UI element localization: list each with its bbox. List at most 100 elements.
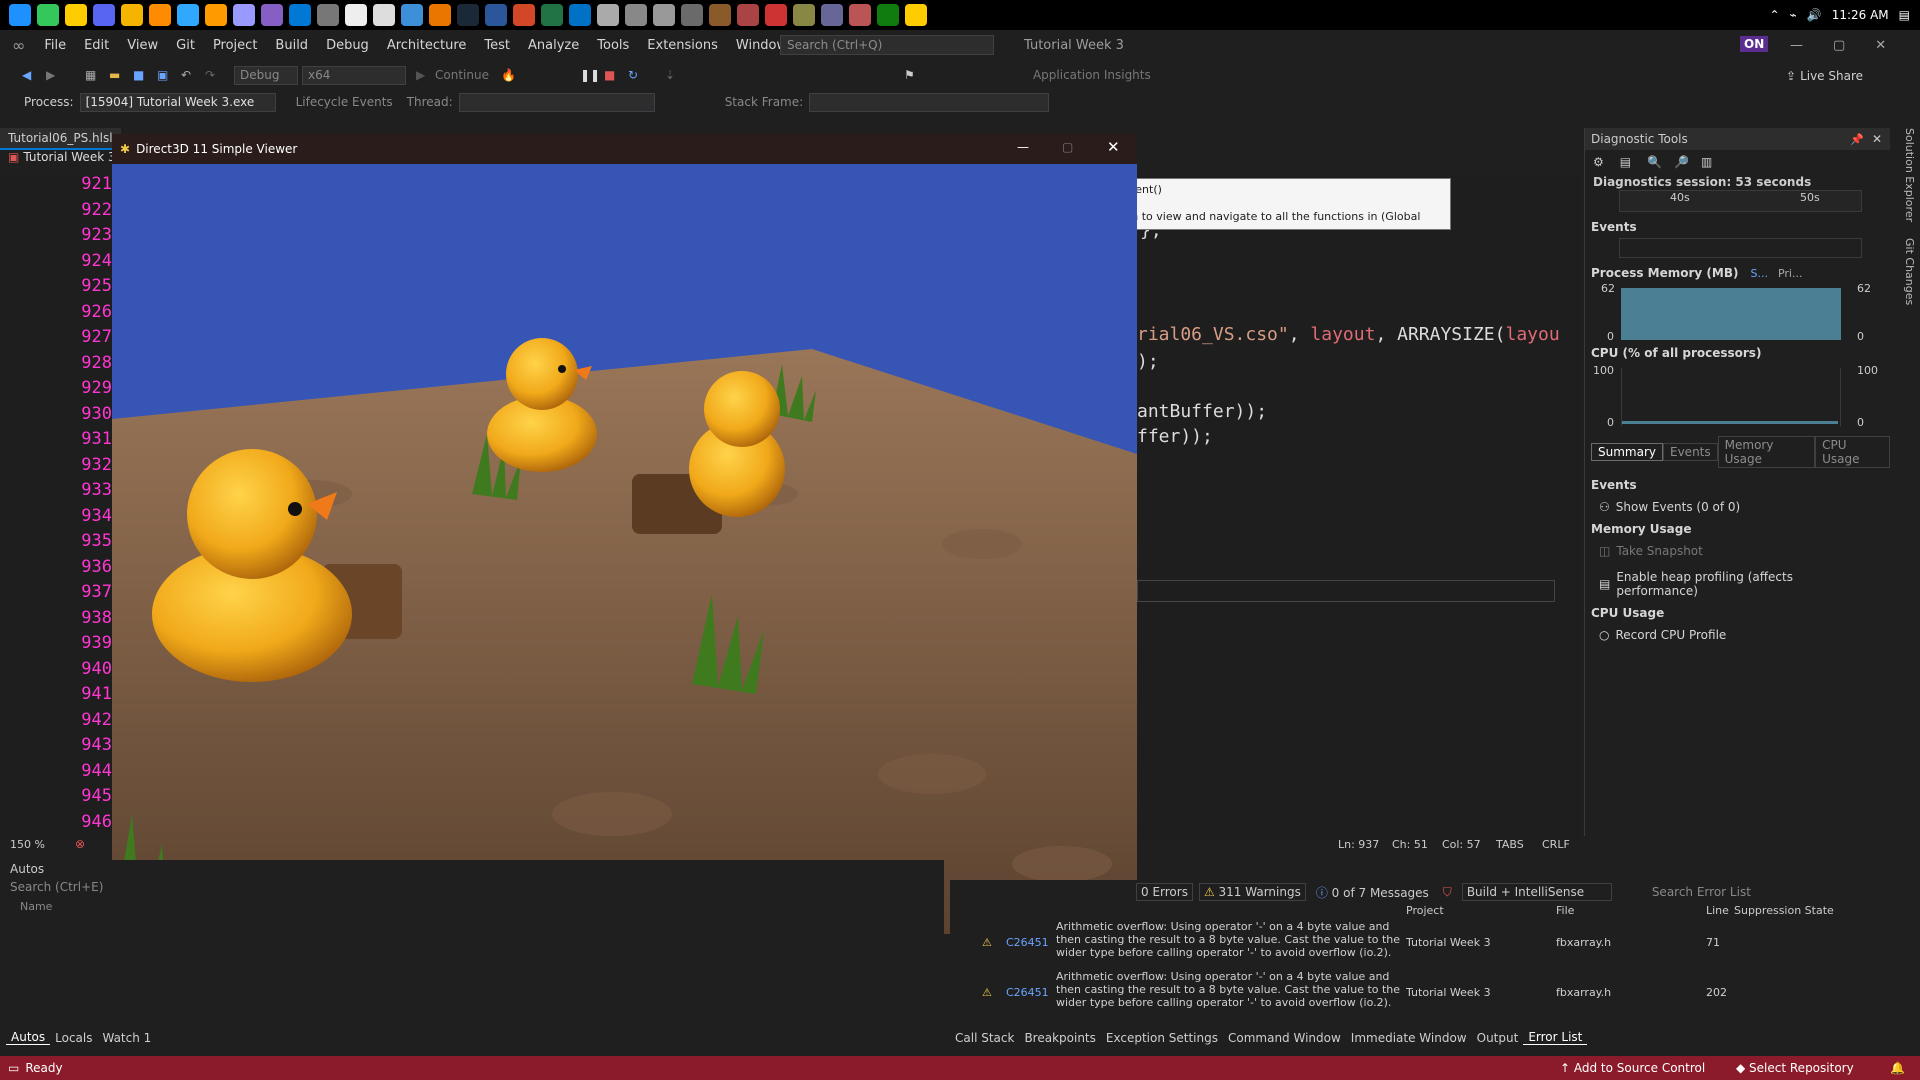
notifications-icon[interactable]: ▤: [1899, 8, 1910, 22]
close-icon[interactable]: ✕: [1875, 38, 1886, 53]
hot-reload-icon[interactable]: 🔥: [501, 68, 516, 82]
menu-item[interactable]: Git: [167, 38, 204, 53]
menu-item[interactable]: Test: [475, 38, 519, 53]
search-input[interactable]: Search (Ctrl+Q): [780, 35, 994, 55]
menu-item[interactable]: Tools: [588, 38, 638, 53]
new-item-icon[interactable]: ▦: [85, 68, 99, 82]
restart-icon[interactable]: ↻: [628, 68, 642, 82]
output-tab[interactable]: Command Window: [1223, 1031, 1346, 1045]
errors-filter[interactable]: 0 Errors: [1136, 883, 1193, 901]
clock[interactable]: 11:26 AM: [1832, 8, 1889, 22]
user-avatar[interactable]: ON: [1740, 36, 1769, 52]
zoom-out-icon[interactable]: 🔎: [1674, 155, 1689, 169]
redo-icon[interactable]: ↷: [205, 68, 219, 82]
menu-item[interactable]: Architecture: [378, 38, 476, 53]
blender-icon[interactable]: [429, 4, 451, 26]
close-icon[interactable]: ✕: [1107, 138, 1120, 156]
menu-item[interactable]: Project: [204, 38, 266, 53]
menu-item[interactable]: Debug: [317, 38, 378, 53]
messages-filter[interactable]: ⓘ 0 of 7 Messages: [1312, 883, 1433, 902]
app-insights-button[interactable]: Application Insights: [1033, 68, 1151, 82]
stop-icon[interactable]: ■: [604, 68, 618, 82]
minimize-icon[interactable]: —: [1790, 38, 1803, 53]
unreal-icon[interactable]: [345, 4, 367, 26]
store-icon[interactable]: [317, 4, 339, 26]
undo-icon[interactable]: ↶: [181, 68, 195, 82]
file-explorer-icon[interactable]: [149, 4, 171, 26]
app-icon[interactable]: [849, 4, 871, 26]
pause-icon[interactable]: ❚❚: [580, 68, 600, 82]
excel-icon[interactable]: [541, 4, 563, 26]
heap-profiling-button[interactable]: ▤ Enable heap profiling (affects perform…: [1585, 564, 1890, 604]
thread-dropdown[interactable]: [458, 92, 655, 112]
maximize-icon[interactable]: ▢: [1062, 140, 1073, 154]
vlc-icon[interactable]: [177, 4, 199, 26]
continue-button[interactable]: Continue: [435, 68, 489, 82]
menu-item[interactable]: Edit: [75, 38, 118, 53]
col-project[interactable]: Project: [1406, 904, 1444, 917]
platform-dropdown[interactable]: x64: [302, 65, 406, 85]
col-suppression[interactable]: Suppression State: [1734, 904, 1834, 917]
windows-icon[interactable]: [9, 4, 31, 26]
repository-button[interactable]: ◆ Select Repository: [1736, 1061, 1854, 1075]
minimize-icon[interactable]: —: [1017, 140, 1029, 154]
tab-watch-1[interactable]: Watch 1: [97, 1031, 156, 1045]
xbox-icon[interactable]: [877, 4, 899, 26]
vs-icon[interactable]: [905, 4, 927, 26]
tab-cpu-usage[interactable]: CPU Usage: [1815, 436, 1890, 468]
menu-item[interactable]: Build: [266, 38, 317, 53]
bookmark-icon[interactable]: ⚑: [904, 68, 918, 82]
reset-view-icon[interactable]: ▥: [1701, 155, 1712, 169]
gear-icon[interactable]: ⚙: [1593, 155, 1604, 169]
configuration-dropdown[interactable]: Debug: [234, 65, 298, 85]
pin-icon[interactable]: 📌: [1850, 133, 1864, 146]
visual-studio-icon[interactable]: [289, 4, 311, 26]
zoom-level[interactable]: 150 %: [10, 838, 45, 851]
source-control-button[interactable]: ↑ Add to Source Control: [1560, 1061, 1705, 1075]
app-icon[interactable]: [793, 4, 815, 26]
app-icon[interactable]: [709, 4, 731, 26]
error-code[interactable]: C26451: [1006, 986, 1049, 999]
save-icon[interactable]: ■: [133, 68, 147, 82]
illustrator-icon[interactable]: [233, 4, 255, 26]
autos-search-input[interactable]: Search (Ctrl+E): [0, 878, 944, 896]
record-cpu-button[interactable]: ○ Record CPU Profile: [1585, 622, 1890, 648]
tab-tutorial06-ps[interactable]: Tutorial06_PS.hlsl: [0, 128, 121, 150]
git-changes-tab[interactable]: Git Changes: [1903, 238, 1916, 305]
back-icon[interactable]: ◀: [22, 68, 36, 82]
obs-icon[interactable]: [597, 4, 619, 26]
aftereffects-icon[interactable]: [261, 4, 283, 26]
search-icon[interactable]: [37, 4, 59, 26]
tab-locals[interactable]: Locals: [50, 1031, 97, 1045]
volume-icon[interactable]: 🔊: [1807, 8, 1822, 22]
maya-icon[interactable]: [401, 4, 423, 26]
app-icon[interactable]: [821, 4, 843, 26]
lifecycle-events-button[interactable]: Lifecycle Events: [296, 95, 393, 109]
chevron-up-icon[interactable]: ⌃: [1769, 8, 1779, 22]
error-search-input[interactable]: Search Error List: [1652, 885, 1751, 899]
d3d-viewer-window[interactable]: ✱ Direct3D 11 Simple Viewer — ▢ ✕: [112, 134, 1137, 934]
unity-icon[interactable]: [373, 4, 395, 26]
photoshop-icon[interactable]: [205, 4, 227, 26]
continue-icon[interactable]: ▶: [416, 68, 430, 82]
d3d-titlebar[interactable]: ✱ Direct3D 11 Simple Viewer — ▢ ✕: [112, 134, 1137, 164]
menu-item[interactable]: Analyze: [519, 38, 588, 53]
tab-memory-usage[interactable]: Memory Usage: [1717, 436, 1816, 468]
steam-icon[interactable]: [457, 4, 479, 26]
app-icon[interactable]: [625, 4, 647, 26]
outlook-icon[interactable]: [569, 4, 591, 26]
filter-icon[interactable]: ⛉: [1443, 885, 1452, 900]
tab-events[interactable]: Events: [1663, 443, 1718, 461]
open-file-icon[interactable]: ▬: [109, 68, 123, 82]
solution-explorer-tab[interactable]: Solution Explorer: [1903, 128, 1916, 222]
save-all-icon[interactable]: ▣: [157, 68, 171, 82]
autos-name-column[interactable]: Name: [0, 896, 944, 917]
output-tab[interactable]: Exception Settings: [1101, 1031, 1223, 1045]
notification-bell-icon[interactable]: 🔔: [1890, 1061, 1905, 1075]
app-icon[interactable]: [765, 4, 787, 26]
col-line[interactable]: Line: [1706, 904, 1729, 917]
timeline-ruler[interactable]: 40s 50s: [1619, 190, 1862, 212]
app-icon[interactable]: [681, 4, 703, 26]
step-over-icon[interactable]: ⇣: [665, 68, 679, 82]
tab-summary[interactable]: Summary: [1591, 443, 1663, 461]
